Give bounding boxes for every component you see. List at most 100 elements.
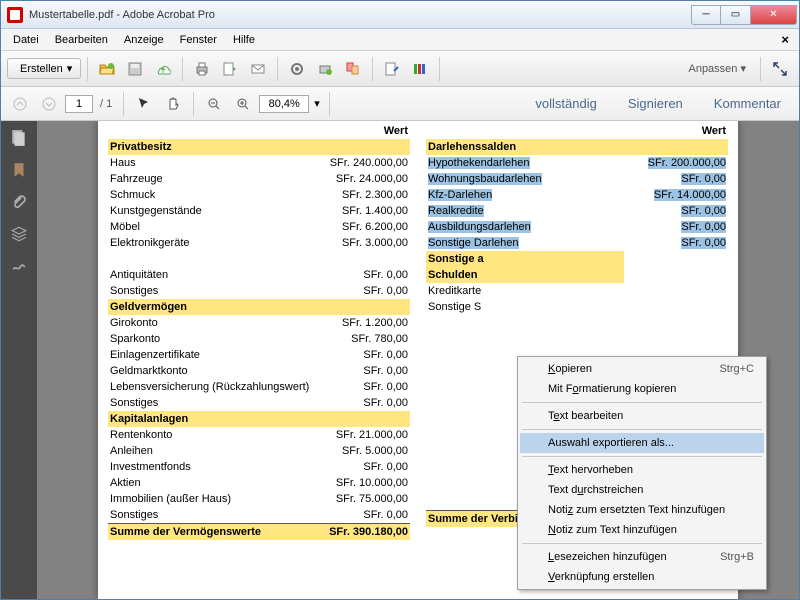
menu-bearbeiten[interactable]: Bearbeiten: [47, 31, 116, 49]
table-row: Kfz-DarlehenSFr. 14.000,00: [426, 187, 728, 203]
scan-button[interactable]: [312, 56, 338, 82]
table-row: SchmuckSFr. 2.300,00: [108, 187, 410, 203]
table-row: Sonstige S: [426, 299, 728, 315]
anpassen-button[interactable]: Anpassen ▾: [680, 59, 754, 78]
ctx-notiz-text[interactable]: Notiz zum Text hinzufügen: [520, 520, 764, 540]
cloud-button[interactable]: [150, 56, 176, 82]
combine-button[interactable]: [340, 56, 366, 82]
hand-tool[interactable]: [160, 91, 186, 117]
table-row: Immobilien (außer Haus)SFr. 75.000,00: [108, 491, 410, 507]
thumbnails-icon[interactable]: [10, 129, 28, 147]
zoom-out-button[interactable]: [201, 91, 227, 117]
category-privatbesitz: Privatbesitz: [108, 139, 410, 155]
table-row: SparkontoSFr. 780,00: [108, 331, 410, 347]
page-input[interactable]: [65, 95, 93, 113]
app-icon: [7, 7, 23, 23]
col-header-wert: Wert: [624, 123, 728, 139]
cursor-icon: [136, 96, 152, 112]
color-button[interactable]: [407, 56, 433, 82]
menu-fenster[interactable]: Fenster: [172, 31, 225, 49]
ctx-lesezeichen[interactable]: Lesezeichen hinzufügenStrg+B: [520, 547, 764, 567]
combine-icon: [345, 61, 361, 77]
table-row: EinlagenzertifikateSFr. 0,00: [108, 347, 410, 363]
ctx-notiz-ersetzt[interactable]: Notiz zum ersetzten Text hinzufügen: [520, 500, 764, 520]
layers-icon[interactable]: [10, 225, 28, 243]
share-icon: [222, 61, 238, 77]
zoom-input[interactable]: [259, 95, 309, 113]
select-tool[interactable]: [131, 91, 157, 117]
vollstaendig-button[interactable]: vollständig: [523, 90, 608, 117]
next-page-button[interactable]: [36, 91, 62, 117]
share-button[interactable]: [217, 56, 243, 82]
attachment-icon[interactable]: [10, 193, 28, 211]
table-row: GirokontoSFr. 1.200,00: [108, 315, 410, 331]
ctx-text-durchstreichen[interactable]: Text durchstreichen: [520, 480, 764, 500]
table-row: Kreditkarte: [426, 283, 728, 299]
print-button[interactable]: [189, 56, 215, 82]
table-row: FahrzeugeSFr. 24.000,00: [108, 171, 410, 187]
menubar-close-icon[interactable]: ×: [775, 32, 795, 47]
table-row: AnleihenSFr. 5.000,00: [108, 443, 410, 459]
table-row: RealkrediteSFr. 0,00: [426, 203, 728, 219]
sign-button[interactable]: [379, 56, 405, 82]
open-button[interactable]: [94, 56, 120, 82]
printer2-icon: [317, 61, 333, 77]
table-row: SonstigesSFr. 0,00: [108, 283, 410, 299]
table-row: AktienSFr. 10.000,00: [108, 475, 410, 491]
folder-open-icon: [99, 61, 115, 77]
page-total: / 1: [96, 98, 116, 110]
cloud-icon: [155, 61, 171, 77]
titlebar: Mustertabelle.pdf - Adobe Acrobat Pro ─ …: [1, 1, 799, 29]
erstellen-label: Erstellen: [20, 63, 63, 75]
toolbar-main: Erstellen ▾ Anpassen ▾: [1, 51, 799, 87]
email-button[interactable]: [245, 56, 271, 82]
table-row: RentenkontoSFr. 21.000,00: [108, 427, 410, 443]
gear-icon: [289, 61, 305, 77]
signieren-button[interactable]: Signieren: [616, 90, 695, 117]
minimize-button[interactable]: ─: [691, 5, 721, 25]
table-row: KunstgegenständeSFr. 1.400,00: [108, 203, 410, 219]
arrow-up-icon: [12, 96, 28, 112]
expand-icon: [772, 61, 788, 77]
fullscreen-button[interactable]: [767, 56, 793, 82]
table-row: ElektronikgeräteSFr. 3.000,00: [108, 235, 410, 251]
hand-icon: [165, 96, 181, 112]
category-sonstige: Sonstige a: [426, 251, 624, 267]
maximize-button[interactable]: ▭: [721, 5, 751, 25]
ctx-kopieren[interactable]: KKopierenopierenStrg+C: [520, 359, 764, 379]
table-row: SonstigesSFr. 0,00: [108, 395, 410, 411]
close-button[interactable]: ✕: [751, 5, 797, 25]
zoom-dropdown-icon[interactable]: ▾: [312, 97, 322, 110]
table-row: AusbildungsdarlehenSFr. 0,00: [426, 219, 728, 235]
menu-datei[interactable]: Datei: [5, 31, 47, 49]
bookmark-icon[interactable]: [10, 161, 28, 179]
prev-page-button[interactable]: [7, 91, 33, 117]
left-column: Wert Privatbesitz HausSFr. 240.000,00 Fa…: [108, 123, 410, 540]
settings-button[interactable]: [284, 56, 310, 82]
signatures-icon[interactable]: [10, 257, 28, 275]
ctx-text-hervorheben[interactable]: Text hervorheben: [520, 460, 764, 480]
ctx-text-bearbeiten[interactable]: Text bearbeiten: [520, 406, 764, 426]
zoom-in-button[interactable]: [230, 91, 256, 117]
document-area[interactable]: Wert Privatbesitz HausSFr. 240.000,00 Fa…: [37, 121, 799, 599]
table-row: HypothekendarlehenSFr. 200.000,00: [426, 155, 728, 171]
dropdown-arrow-icon: ▾: [67, 62, 73, 75]
category-kapitalanlagen: Kapitalanlagen: [108, 411, 410, 427]
erstellen-button[interactable]: Erstellen ▾: [7, 58, 81, 79]
table-row: SonstigesSFr. 0,00: [108, 507, 410, 524]
table-row: WohnungsbaudarlehenSFr. 0,00: [426, 171, 728, 187]
save-button[interactable]: [122, 56, 148, 82]
menu-anzeige[interactable]: Anzeige: [116, 31, 172, 49]
email-icon: [250, 61, 266, 77]
zoom-in-icon: [235, 96, 251, 112]
print-icon: [194, 61, 210, 77]
category-darlehenssalden: Darlehenssalden: [426, 139, 728, 155]
save-icon: [127, 61, 143, 77]
table-row: Lebensversicherung (Rückzahlungswert)SFr…: [108, 379, 410, 395]
kommentar-button[interactable]: Kommentar: [702, 90, 793, 117]
context-menu: KKopierenopierenStrg+C Mit Formatierung …: [517, 356, 767, 590]
ctx-mit-formatierung[interactable]: Mit Formatierung kopieren: [520, 379, 764, 399]
ctx-verknuepfung[interactable]: Verknüpfung erstellen: [520, 567, 764, 587]
menu-hilfe[interactable]: Hilfe: [225, 31, 263, 49]
ctx-auswahl-exportieren[interactable]: Auswahl exportieren als...: [520, 433, 764, 453]
